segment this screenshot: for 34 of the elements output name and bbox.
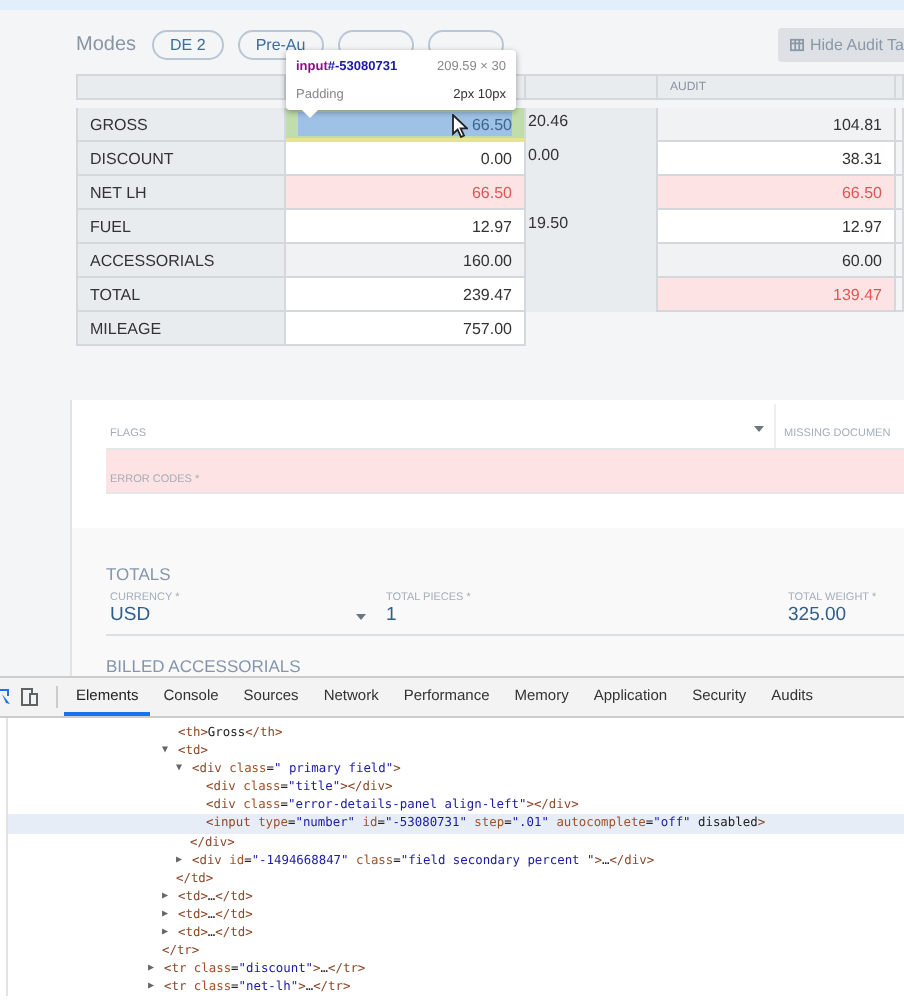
row-label: ACCESSORIALS: [76, 244, 286, 278]
device-toolbar-icon[interactable]: [20, 688, 38, 706]
value-cell: 239.47: [286, 278, 526, 312]
secondary-value: 0.00: [526, 142, 658, 176]
inspect-element-icon[interactable]: [0, 688, 12, 706]
mouse-pointer-icon: [452, 114, 468, 138]
row-label: DISCOUNT: [76, 142, 286, 176]
caret-icon: [754, 426, 764, 432]
value-cell: 757.00: [286, 312, 526, 346]
value-cell: 66.50: [658, 176, 896, 210]
mode-pill[interactable]: DE 2: [152, 30, 224, 60]
table-cell: [526, 278, 658, 312]
section-heading: TOTALS: [106, 564, 173, 584]
row-label: TOTAL: [76, 278, 286, 312]
caret-icon: [356, 614, 366, 620]
value-cell: 60.00: [658, 244, 896, 278]
secondary-value: 20.46: [526, 108, 658, 142]
value-cell: 12.97: [658, 210, 896, 244]
value-cell: 104.81: [658, 108, 896, 142]
row-label: NET LH: [76, 176, 286, 210]
value-cell: 139.47: [658, 278, 896, 312]
value-cell: 38.31: [658, 142, 896, 176]
row-label: FUEL: [76, 210, 286, 244]
table-icon: [790, 38, 804, 52]
row-label: GROSS: [76, 108, 286, 142]
value-cell: 0.00: [286, 142, 526, 176]
modes-label: Modes: [76, 34, 137, 56]
value-cell: 66.50: [286, 108, 526, 142]
row-label: MILEAGE: [76, 312, 286, 346]
value-cell: 66.50: [286, 176, 526, 210]
secondary-value: 19.50: [526, 210, 658, 244]
value-cell: 12.97: [286, 210, 526, 244]
value-cell: 160.00: [286, 244, 526, 278]
section-heading: BILLED ACCESSORIALS: [106, 656, 303, 676]
